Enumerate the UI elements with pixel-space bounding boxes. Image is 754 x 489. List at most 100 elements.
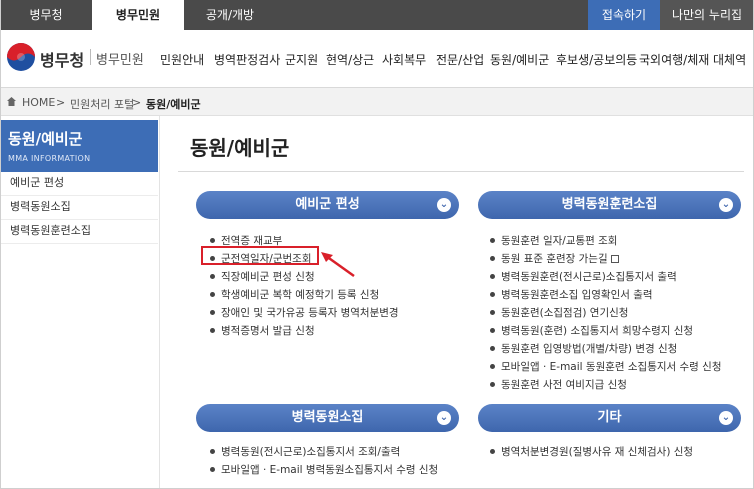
gnb-item-alternative[interactable]: 대체역 — [713, 51, 746, 68]
bullet-icon — [490, 381, 495, 387]
list-item-label[interactable]: 병력동원훈련(전시근로)소집통지서 출력 — [501, 271, 677, 283]
sidebar: 동원/예비군 MMA INFORMATION 예비군 편성 병력동원소집 병력동… — [0, 116, 160, 489]
mma-logo-icon[interactable] — [6, 42, 36, 72]
list-item-label[interactable]: 동원훈련 사전 여비지급 신청 — [501, 379, 627, 391]
gnb-item-overseas[interactable]: 국외여행/체재 — [639, 51, 709, 68]
title-divider — [178, 171, 744, 172]
top-tab-mma[interactable]: 병무청 — [0, 0, 92, 30]
gnb-item-social-service[interactable]: 사회복무 — [382, 51, 426, 68]
list-item-label[interactable]: 동원 표준 훈련장 가는길 — [501, 253, 608, 265]
bullet-icon — [490, 448, 495, 454]
section-button-mobilization-call[interactable]: 병력동원소집 ⌄ — [196, 404, 459, 432]
gnb-item-guide[interactable]: 민원안내 — [160, 51, 204, 68]
list-item-label[interactable]: 동원훈련 입영방법(개별/차량) 변경 신청 — [501, 343, 677, 355]
bullet-icon — [210, 327, 215, 333]
list-item[interactable]: 모바일앱 · E-mail 병력동원소집통지서 수령 신청 — [210, 462, 438, 477]
bullet-icon — [490, 273, 495, 279]
list-item-label[interactable]: 동원훈련(소집점검) 연기신청 — [501, 307, 628, 319]
breadcrumb-home[interactable]: HOME — [22, 96, 55, 109]
section-button-etc[interactable]: 기타 ⌄ — [478, 404, 741, 432]
new-window-icon[interactable] — [610, 255, 619, 263]
section-button-mobilization-training[interactable]: 병력동원훈련소집 ⌄ — [478, 191, 741, 219]
gnb-item-expert-industry[interactable]: 전문/산업 — [436, 51, 484, 68]
gnb-item-military-apply[interactable]: 군지원 — [285, 51, 318, 68]
top-tab-civil[interactable]: 병무민원 — [92, 0, 184, 30]
list-item[interactable]: 병력동원훈련(전시근로)소집통지서 출력 — [490, 269, 677, 284]
list-item[interactable]: 병력동원(전시근로)소집통지서 조회/출력 — [210, 444, 400, 459]
list-item-label[interactable]: 직장예비군 편성 신청 — [221, 271, 315, 283]
top-bar: 병무청 병무민원 공개/개방 접속하기 나만의 누리집 — [0, 0, 754, 30]
gnb-item-candidates[interactable]: 후보생/공보의등 — [556, 51, 637, 68]
bullet-icon — [490, 255, 495, 261]
list-item[interactable]: 동원훈련 입영방법(개별/차량) 변경 신청 — [490, 341, 677, 356]
sidebar-item-reserve-organization[interactable]: 예비군 편성 — [0, 172, 158, 196]
brand-name[interactable]: 병무청 — [40, 47, 84, 71]
my-site-button[interactable]: 나만의 누리집 — [660, 0, 754, 30]
list-item-label[interactable]: 병력동원(훈련) 소집통지서 희망수령지 신청 — [501, 325, 693, 337]
chevron-down-icon[interactable]: ⌄ — [719, 198, 733, 212]
bullet-icon — [490, 309, 495, 315]
list-item[interactable]: 동원 표준 훈련장 가는길 — [490, 251, 619, 266]
bullet-icon — [490, 327, 495, 333]
chevron-down-icon[interactable]: ⌄ — [719, 411, 733, 425]
list-item[interactable]: 학생예비군 복학 예정학기 등록 신청 — [210, 287, 379, 302]
section-button-reserve-organization[interactable]: 예비군 편성 ⌄ — [196, 191, 459, 219]
breadcrumb-separator: > — [56, 96, 66, 109]
list-item-label[interactable]: 병력동원훈련소집 입영확인서 출력 — [501, 289, 653, 301]
bullet-icon — [210, 466, 215, 472]
list-item[interactable]: 모바일앱 · E-mail 동원훈련 소집통지서 수령 신청 — [490, 359, 722, 374]
list-item[interactable]: 동원훈련 일자/교통편 조회 — [490, 233, 617, 248]
list-item-label[interactable]: 모바일앱 · E-mail 동원훈련 소집통지서 수령 신청 — [501, 361, 722, 373]
red-arrow-icon — [321, 252, 355, 278]
gnb-item-mobilization[interactable]: 동원/예비군 — [490, 51, 549, 68]
list-item[interactable]: 장애인 및 국가유공 등록자 병역처분변경 — [210, 305, 399, 320]
list-item[interactable]: 병역처분변경원(질병사유 재 신체검사) 신청 — [490, 444, 693, 459]
bullet-icon — [210, 291, 215, 297]
breadcrumb-separator: > — [132, 96, 142, 109]
list-item-label[interactable]: 장애인 및 국가유공 등록자 병역처분변경 — [221, 307, 399, 319]
bullet-icon — [490, 237, 495, 243]
chevron-down-icon[interactable]: ⌄ — [437, 411, 451, 425]
sidebar-subtitle: MMA INFORMATION — [8, 154, 91, 163]
brand-subtitle[interactable]: 병무민원 — [96, 49, 144, 68]
list-item[interactable]: 병력동원(훈련) 소집통지서 희망수령지 신청 — [490, 323, 693, 338]
home-icon[interactable] — [6, 96, 17, 107]
list-item[interactable]: 동원훈련(소집점검) 연기신청 — [490, 305, 628, 320]
list-item-label[interactable]: 병역처분변경원(질병사유 재 신체검사) 신청 — [501, 446, 693, 458]
list-item-label[interactable]: 병적증명서 발급 신청 — [221, 325, 315, 337]
sidebar-title: 동원/예비군 — [8, 130, 83, 148]
brand-divider — [90, 49, 91, 65]
access-button[interactable]: 접속하기 — [588, 0, 660, 30]
gnb-item-active-duty[interactable]: 현역/상근 — [326, 51, 374, 68]
list-item-label[interactable]: 병력동원(전시근로)소집통지서 조회/출력 — [221, 446, 400, 458]
list-item[interactable]: 동원훈련 사전 여비지급 신청 — [490, 377, 627, 392]
list-item[interactable]: 병력동원훈련소집 입영확인서 출력 — [490, 287, 653, 302]
gnb-item-exam[interactable]: 병역판정검사 — [214, 51, 280, 68]
bullet-icon — [490, 363, 495, 369]
page-title: 동원/예비군 — [190, 136, 290, 160]
chevron-down-icon[interactable]: ⌄ — [437, 198, 451, 212]
list-item[interactable]: 직장예비군 편성 신청 — [210, 269, 315, 284]
breadcrumb-level1[interactable]: 민원처리 포털 — [70, 96, 134, 112]
header: 병무청 병무민원 민원안내 병역판정검사 군지원 현역/상근 사회복무 전문/산… — [0, 30, 754, 88]
bullet-icon — [490, 291, 495, 297]
frame-border — [0, 0, 1, 489]
list-item-label[interactable]: 모바일앱 · E-mail 병력동원소집통지서 수령 신청 — [221, 464, 438, 476]
bullet-icon — [210, 273, 215, 279]
section-title: 기타 — [597, 410, 622, 425]
top-tab-open[interactable]: 공개/개방 — [184, 0, 276, 30]
sidebar-item-mobilization-training[interactable]: 병력동원훈련소집 — [0, 220, 158, 244]
list-item-label[interactable]: 동원훈련 일자/교통편 조회 — [501, 235, 617, 247]
section-title: 예비군 편성 — [295, 197, 360, 212]
section-title: 병력동원소집 — [291, 410, 364, 425]
sidebar-item-mobilization-call[interactable]: 병력동원소집 — [0, 196, 158, 220]
highlight-box — [201, 246, 319, 265]
bullet-icon — [210, 237, 215, 243]
list-item-label[interactable]: 학생예비군 복학 예정학기 등록 신청 — [221, 289, 379, 301]
section-title: 병력동원훈련소집 — [561, 197, 658, 212]
breadcrumb-current: 동원/예비군 — [146, 98, 201, 111]
bullet-icon — [210, 309, 215, 315]
bullet-icon — [490, 345, 495, 351]
list-item[interactable]: 병적증명서 발급 신청 — [210, 323, 315, 338]
sidebar-header: 동원/예비군 MMA INFORMATION — [0, 120, 158, 172]
